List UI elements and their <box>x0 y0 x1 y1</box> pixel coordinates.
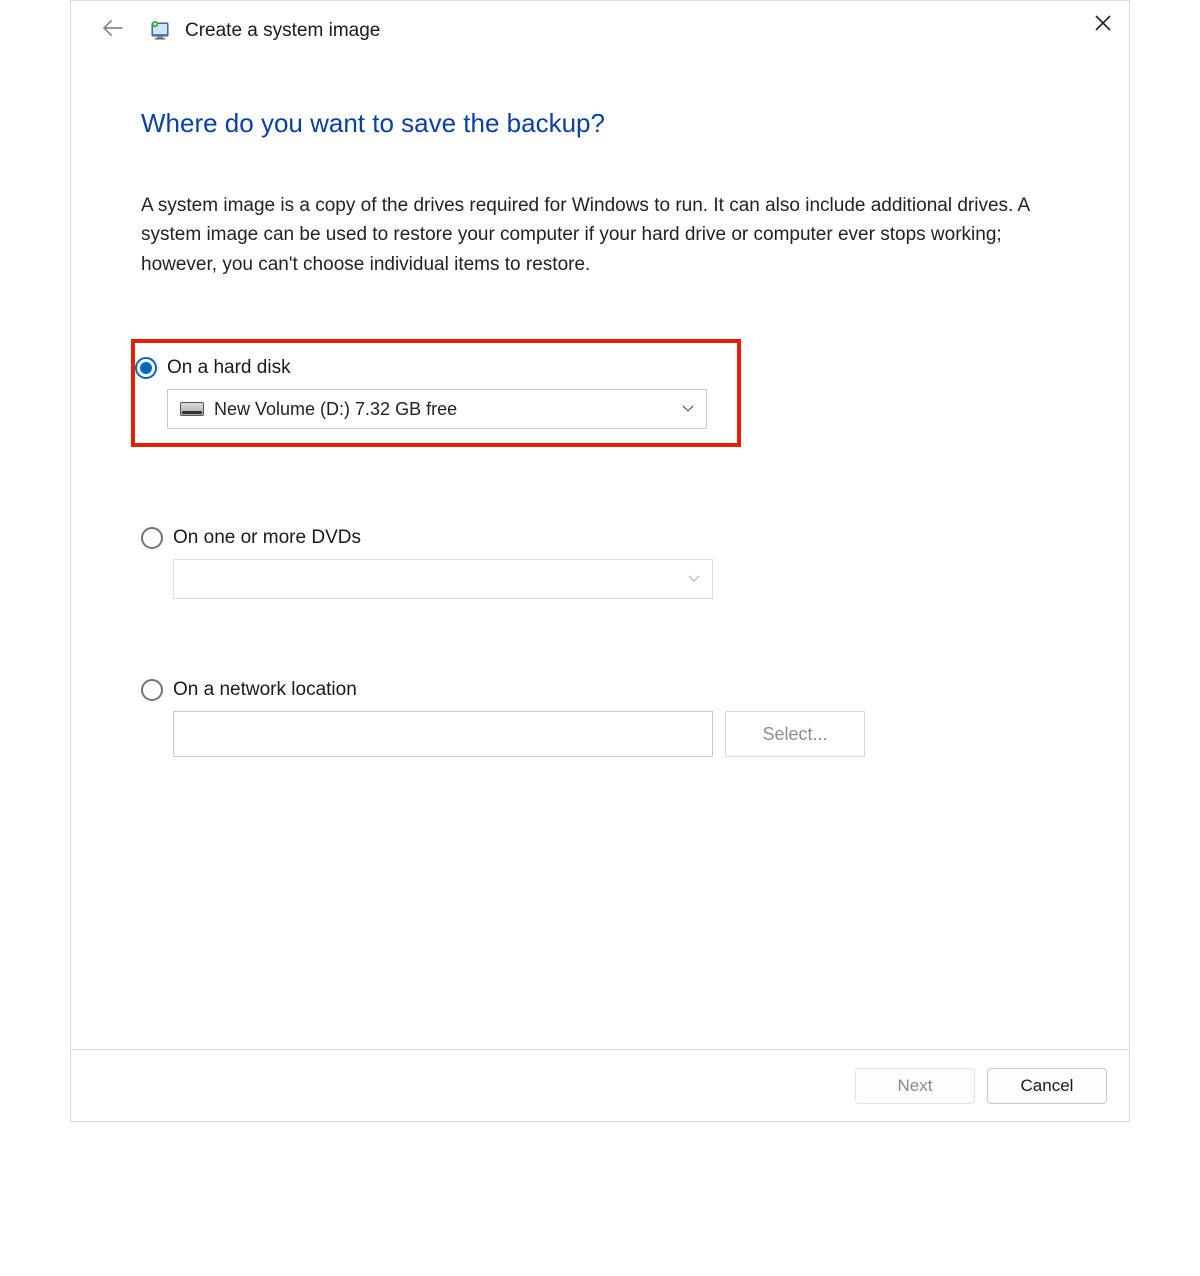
titlebar: Create a system image <box>71 1 1129 60</box>
system-image-icon <box>149 18 175 44</box>
radio-label-hard-disk: On a hard disk <box>167 357 291 379</box>
radio-row-hard-disk[interactable]: On a hard disk <box>135 357 727 379</box>
hard-disk-selected-value: New Volume (D:) 7.32 GB free <box>214 399 682 420</box>
next-button[interactable]: Next <box>855 1068 975 1104</box>
hard-drive-icon <box>180 402 204 416</box>
chevron-down-icon <box>688 572 700 586</box>
radio-network[interactable] <box>141 679 163 701</box>
footer-bar: Next Cancel <box>71 1049 1129 1121</box>
radio-dvd[interactable] <box>141 527 163 549</box>
close-icon[interactable] <box>1085 7 1121 41</box>
window-title: Create a system image <box>185 20 380 42</box>
network-path-input[interactable] <box>173 711 713 757</box>
radio-hard-disk[interactable] <box>135 357 157 379</box>
radio-row-network[interactable]: On a network location <box>141 679 1059 701</box>
back-arrow-icon[interactable] <box>95 15 131 46</box>
chevron-down-icon <box>682 402 694 416</box>
dvd-dropdown[interactable] <box>173 559 713 599</box>
content-area: Where do you want to save the backup? A … <box>71 60 1129 757</box>
radio-label-network: On a network location <box>173 679 357 701</box>
select-button[interactable]: Select... <box>725 711 865 757</box>
radio-row-dvd[interactable]: On one or more DVDs <box>141 527 1059 549</box>
option-network: On a network location Select... <box>141 679 1059 757</box>
page-description: A system image is a copy of the drives r… <box>141 191 1041 279</box>
radio-label-dvd: On one or more DVDs <box>173 527 361 549</box>
page-heading: Where do you want to save the backup? <box>141 108 1059 139</box>
cancel-button[interactable]: Cancel <box>987 1068 1107 1104</box>
option-dvd: On one or more DVDs <box>141 527 1059 599</box>
hard-disk-dropdown[interactable]: New Volume (D:) 7.32 GB free <box>167 389 707 429</box>
option-hard-disk: On a hard disk New Volume (D:) 7.32 GB f… <box>131 339 741 447</box>
